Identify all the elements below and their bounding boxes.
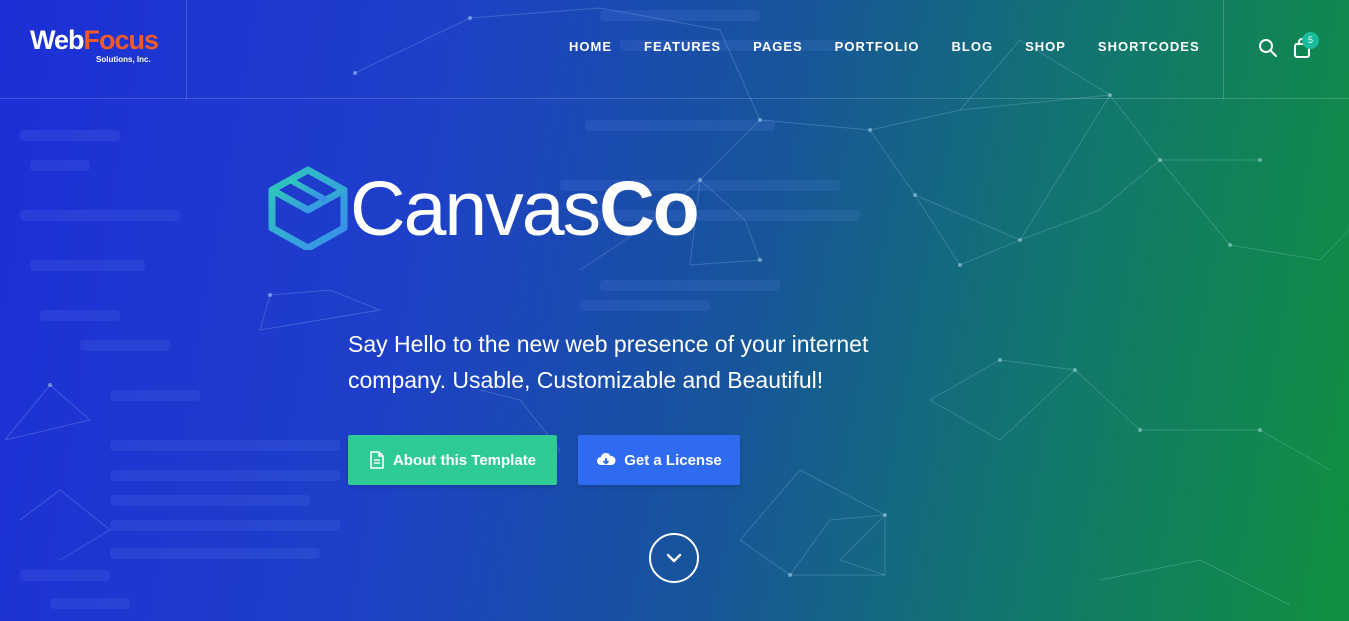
nav-item-portfolio[interactable]: PORTFOLIO xyxy=(835,38,920,56)
logo[interactable]: WebFocus Solutions, Inc. xyxy=(0,0,187,99)
logo-wordmark: WebFocus xyxy=(30,24,160,56)
get-license-button[interactable]: Get a License xyxy=(578,435,740,485)
about-template-button[interactable]: About this Template xyxy=(348,435,557,485)
nav-item-home[interactable]: HOME xyxy=(569,38,612,56)
cube-logo-icon xyxy=(268,166,348,250)
nav-item-shop[interactable]: SHOP xyxy=(1025,38,1066,56)
nav-item-blog[interactable]: BLOG xyxy=(952,38,994,56)
get-license-label: Get a License xyxy=(624,451,722,469)
nav-item-shortcodes[interactable]: SHORTCODES xyxy=(1098,38,1200,56)
brand-name-bold: Co xyxy=(599,166,700,252)
logo-subtitle: Solutions, Inc. xyxy=(96,55,151,64)
header-actions: 5 xyxy=(1223,0,1349,99)
tagline-line-1: Say Hello to the new web presence of you… xyxy=(348,331,869,357)
brand-name: CanvasCo xyxy=(350,164,700,254)
scroll-down-button[interactable] xyxy=(649,533,699,583)
brand-name-light: Canvas xyxy=(350,166,601,252)
cloud-download-icon xyxy=(597,452,616,465)
nav-item-pages[interactable]: PAGES xyxy=(753,38,803,56)
chevron-down-icon xyxy=(666,553,682,563)
nav-item-features[interactable]: FEATURES xyxy=(644,38,721,56)
main-nav: HOME FEATURES PAGES PORTFOLIO BLOG SHOP … xyxy=(569,38,1200,56)
hero-tagline: Say Hello to the new web presence of you… xyxy=(348,326,928,398)
tagline-line-2: company. Usable, Customizable and Beauti… xyxy=(348,367,824,393)
site-header: WebFocus Solutions, Inc. HOME FEATURES P… xyxy=(0,0,1349,99)
document-icon xyxy=(370,451,384,469)
logo-word-focus: Focus xyxy=(83,25,160,55)
logo-word-web: Web xyxy=(30,25,85,55)
about-template-label: About this Template xyxy=(392,451,537,469)
search-icon[interactable] xyxy=(1258,38,1278,58)
cart-count-badge: 5 xyxy=(1302,32,1319,49)
